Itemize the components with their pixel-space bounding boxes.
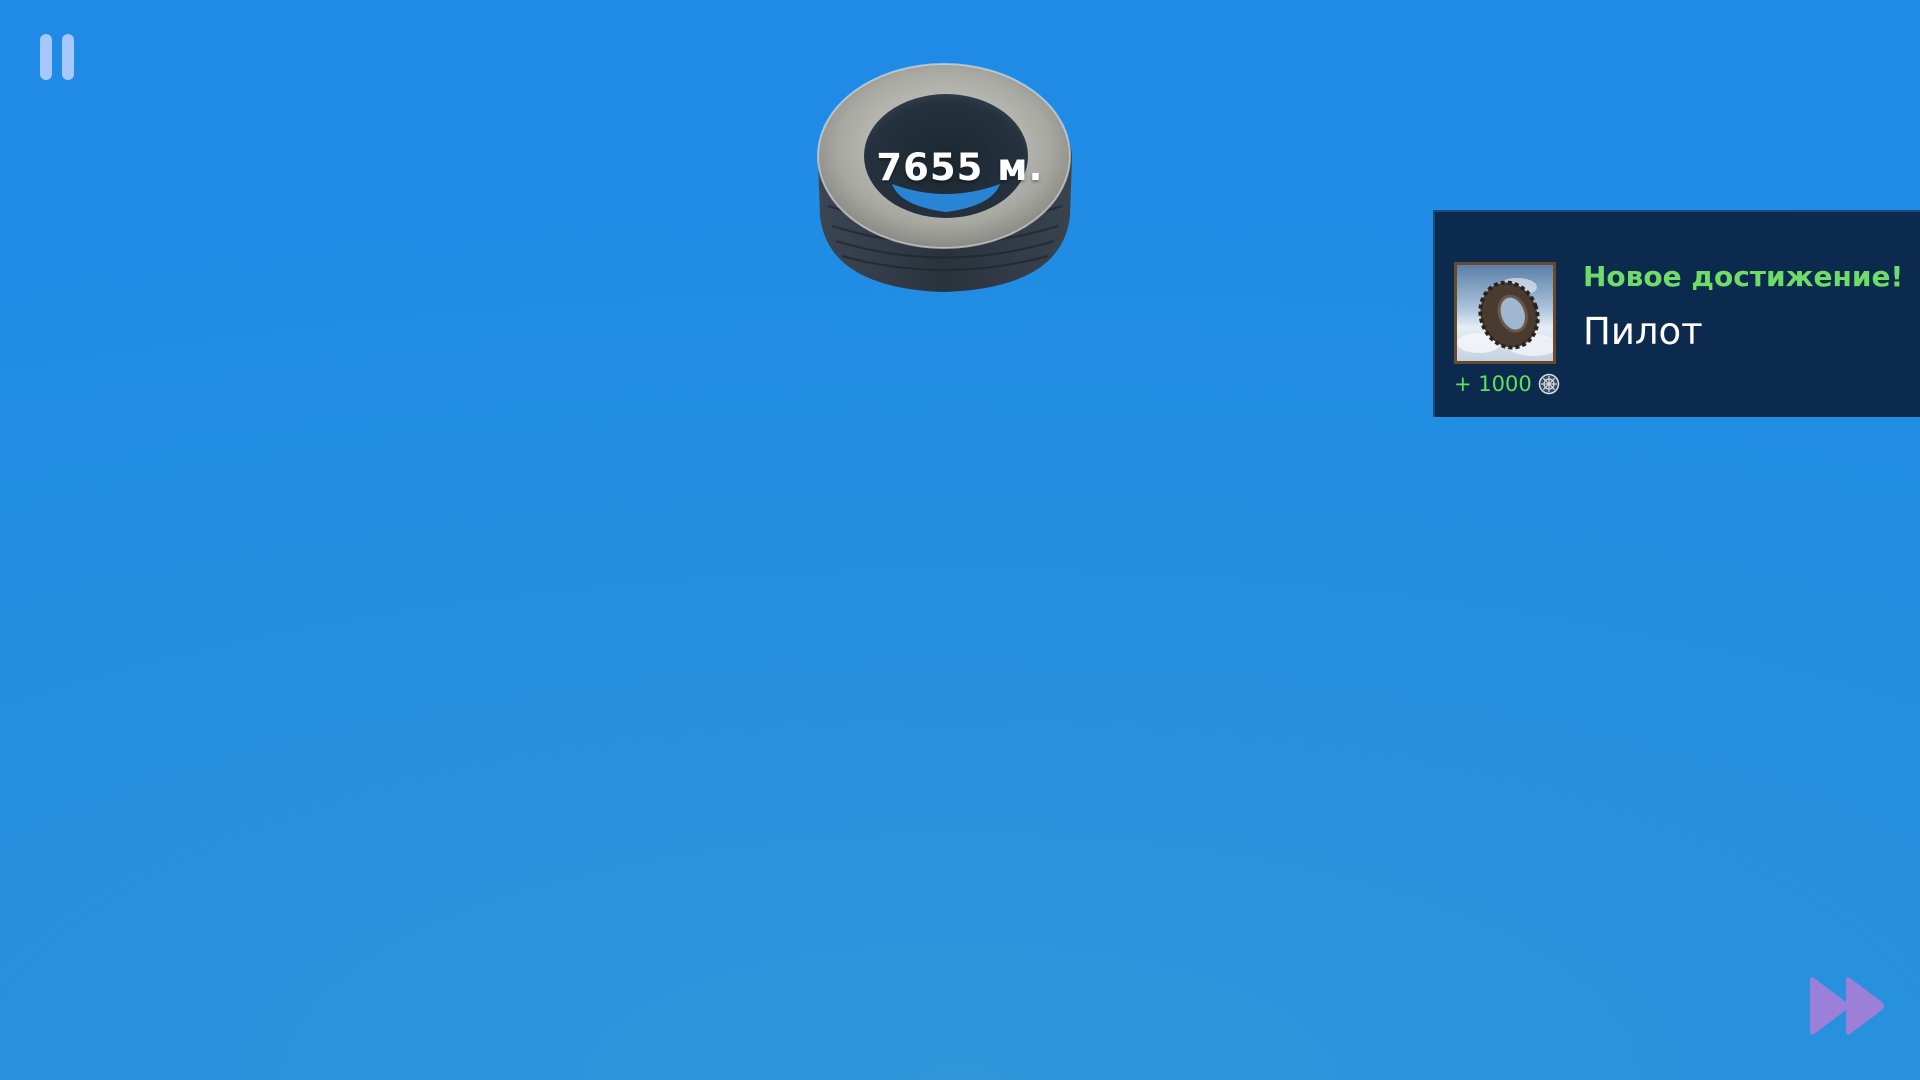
fast-forward-icon xyxy=(1810,977,1884,1035)
pause-icon-bar xyxy=(62,34,74,80)
coin-icon xyxy=(1538,373,1559,395)
achievement-thumbnail xyxy=(1454,262,1556,364)
achievement-notification: Новое достижение! Пилот + 1000 xyxy=(1433,210,1920,417)
pause-button[interactable] xyxy=(38,34,78,82)
achievement-reward: + 1000 xyxy=(1454,372,1560,396)
distance-counter: 7655 м. xyxy=(876,146,1044,189)
flying-tire-icon xyxy=(1457,278,1553,356)
achievement-title: Новое достижение! xyxy=(1583,260,1904,293)
game-scene: 7655 м. Новое достижение! Пилот + 1000 xyxy=(0,0,1920,1080)
achievement-name: Пилот xyxy=(1583,310,1703,353)
reward-amount: + 1000 xyxy=(1454,372,1532,396)
pause-icon xyxy=(40,34,52,80)
fast-forward-button[interactable] xyxy=(1808,976,1888,1036)
